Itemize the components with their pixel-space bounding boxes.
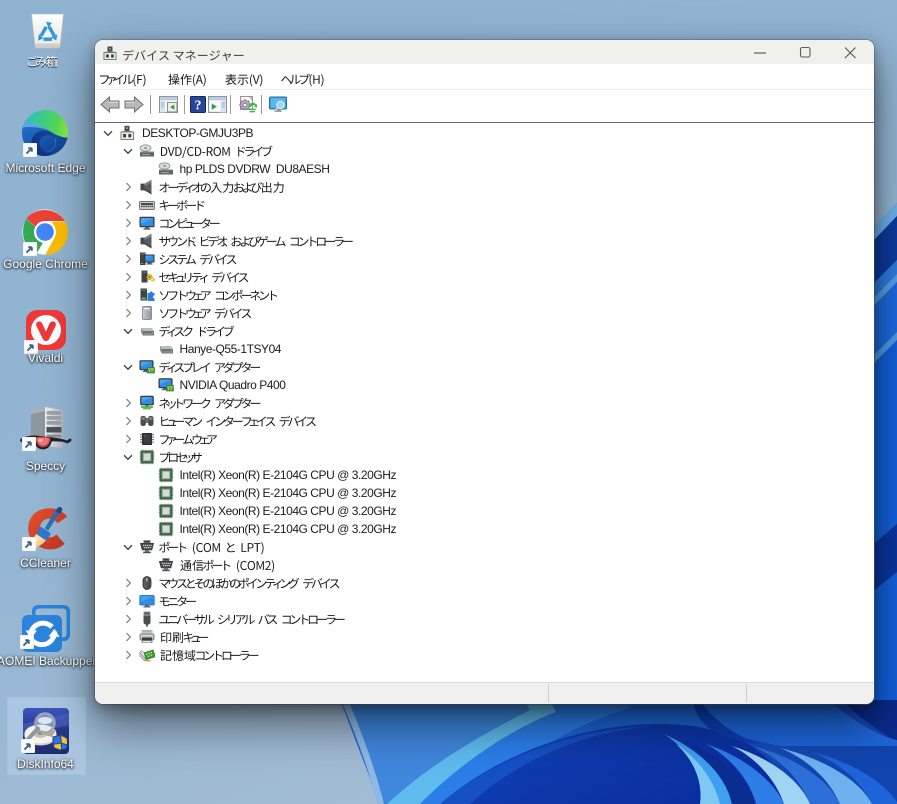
- svg-text:?: ?: [195, 99, 202, 114]
